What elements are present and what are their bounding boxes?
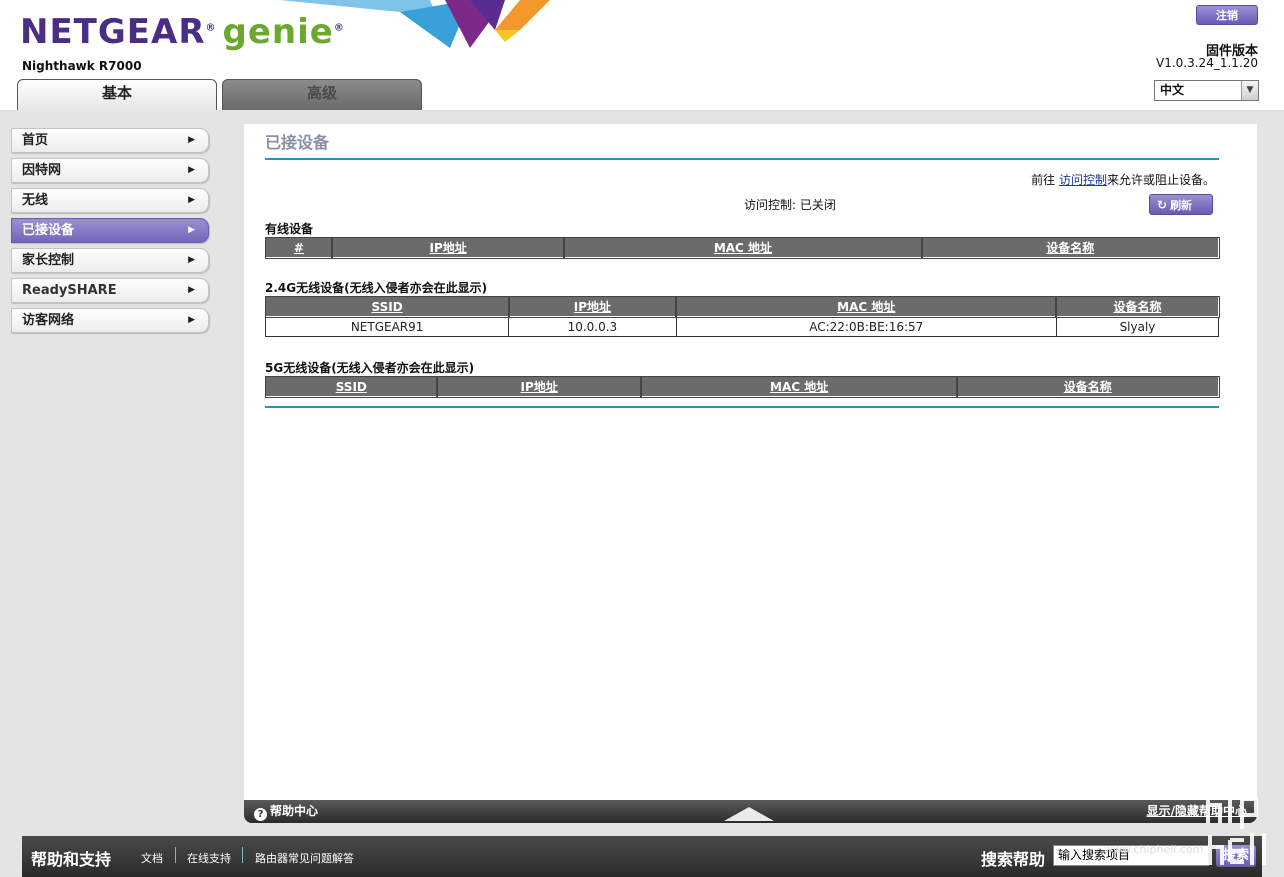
- sidebar-item-parental-controls[interactable]: 家长控制 ▶: [11, 248, 209, 273]
- column-header[interactable]: IP地址: [331, 236, 565, 259]
- sidebar: 首页 ▶ 因特网 ▶ 无线 ▶ 已接设备 ▶ 家长控制 ▶ ReadySHARE ▶ 访客网…: [11, 128, 209, 338]
- sidebar-item-label: 已接设备: [22, 223, 75, 238]
- footer-link-online-support[interactable]: 在线支持: [187, 850, 231, 866]
- column-header[interactable]: #: [264, 236, 334, 259]
- tab-basic[interactable]: 基本: [17, 79, 217, 110]
- arrow-right-icon: ▶: [188, 285, 195, 295]
- note-suffix: 来允许或阻止设备。: [1106, 173, 1215, 187]
- column-header[interactable]: 设备名称: [921, 236, 1220, 259]
- wired-devices-table: # IP地址 MAC 地址 设备名称: [264, 236, 1220, 259]
- sidebar-item-label: 首页: [22, 133, 49, 148]
- help-center-label: 帮助中心: [270, 804, 319, 818]
- column-header[interactable]: 设备名称: [1055, 295, 1220, 318]
- help-center-bar: ? 帮助中心 显示/隐藏帮助中心: [244, 800, 1257, 823]
- sidebar-item-label: 家长控制: [22, 253, 75, 268]
- chevron-down-icon: ▼: [1241, 81, 1258, 100]
- sidebar-item-readyshare[interactable]: ReadySHARE ▶: [11, 278, 209, 303]
- sidebar-item-internet[interactable]: 因特网 ▶: [11, 158, 209, 183]
- decorative-polygons: [280, 0, 550, 48]
- column-header[interactable]: SSID: [264, 375, 439, 398]
- column-header[interactable]: MAC 地址: [562, 236, 924, 259]
- wifi-5g-title: 5G无线设备(无线入侵者亦会在此显示): [265, 361, 475, 375]
- router-model: Nighthawk R7000: [22, 59, 142, 73]
- cell-mac: AC:22:0B:BE:16:57: [675, 316, 1057, 337]
- access-control-status: 访问控制: 已关闭: [744, 198, 836, 212]
- sidebar-item-label: 访客网络: [22, 313, 75, 328]
- note-prefix: 前往: [1031, 173, 1059, 187]
- content-panel: 已接设备 前往 访问控制来允许或阻止设备。 访问控制: 已关闭 ↻ 刷新 有线设备…: [244, 124, 1257, 800]
- cell-ip: 10.0.0.3: [508, 316, 677, 337]
- language-select[interactable]: 中文 ▼: [1154, 80, 1259, 101]
- column-header[interactable]: MAC 地址: [675, 295, 1058, 318]
- access-control-link[interactable]: 访问控制: [1059, 173, 1107, 187]
- help-icon: ?: [254, 808, 267, 821]
- logout-button[interactable]: 注销: [1196, 5, 1258, 25]
- sidebar-item-guest-network[interactable]: 访客网络 ▶: [11, 308, 209, 333]
- sidebar-item-label: 因特网: [22, 163, 62, 178]
- tab-advanced[interactable]: 高级: [222, 79, 422, 110]
- arrow-right-icon: ▶: [188, 195, 195, 205]
- page-title: 已接设备: [265, 133, 330, 152]
- wifi-24g-title: 2.4G无线设备(无线入侵者亦会在此显示): [265, 281, 488, 295]
- divider: [175, 847, 176, 863]
- column-header[interactable]: IP地址: [507, 295, 678, 318]
- sidebar-item-attached-devices[interactable]: 已接设备 ▶: [11, 218, 209, 243]
- wired-devices-title: 有线设备: [265, 222, 314, 236]
- refresh-icon: ↻: [1157, 198, 1168, 212]
- access-control-note: 前往 访问控制来允许或阻止设备。: [1031, 171, 1215, 188]
- table-row: NETGEAR91 10.0.0.3 AC:22:0B:BE:16:57 Sly…: [264, 316, 1220, 337]
- language-value: 中文: [1160, 83, 1185, 97]
- arrow-right-icon: ▶: [188, 315, 195, 325]
- column-header[interactable]: IP地址: [436, 375, 643, 398]
- wifi-24g-table: SSID IP地址 MAC 地址 设备名称 NETGEAR91 10.0.0.3…: [264, 295, 1220, 337]
- sidebar-item-label: ReadySHARE: [22, 283, 117, 298]
- expand-triangle-icon[interactable]: [724, 807, 774, 821]
- cell-device-name: Slyaly: [1055, 316, 1220, 337]
- footer-link-docs[interactable]: 文档: [141, 850, 163, 866]
- wifi-5g-table: SSID IP地址 MAC 地址 设备名称: [264, 375, 1220, 398]
- footer: 帮助和支持 文档 在线支持 路由器常见问题解答 搜索帮助 输入搜索项目 搜索: [22, 836, 1262, 877]
- sidebar-item-home[interactable]: 首页 ▶: [11, 128, 209, 153]
- arrow-right-icon: ▶: [188, 255, 195, 265]
- footer-title: 帮助和支持: [31, 850, 112, 869]
- divider: [265, 158, 1219, 160]
- column-header[interactable]: MAC 地址: [640, 375, 959, 398]
- sidebar-item-wireless[interactable]: 无线 ▶: [11, 188, 209, 213]
- sidebar-item-label: 无线: [22, 193, 49, 208]
- divider: [265, 406, 1219, 408]
- divider: [242, 847, 243, 863]
- watermark-text: www.chiphell.com: [1104, 843, 1204, 856]
- arrow-right-icon: ▶: [188, 225, 195, 235]
- chiphell-watermark-logo: [1206, 795, 1266, 865]
- arrow-right-icon: ▶: [188, 135, 195, 145]
- arrow-right-icon: ▶: [188, 165, 195, 175]
- header: NETGEAR® genie® Nighthawk R7000 基本 高级 注销 …: [0, 0, 1284, 110]
- column-header[interactable]: 设备名称: [956, 375, 1220, 398]
- refresh-label: 刷新: [1170, 199, 1193, 212]
- cell-ssid: NETGEAR91: [264, 316, 510, 337]
- footer-link-faq[interactable]: 路由器常见问题解答: [255, 850, 354, 866]
- search-help-title: 搜索帮助: [981, 850, 1046, 869]
- column-header[interactable]: SSID: [264, 295, 510, 318]
- refresh-button[interactable]: ↻ 刷新: [1149, 194, 1213, 215]
- firmware-version: V1.0.3.24_1.1.20: [1156, 56, 1258, 70]
